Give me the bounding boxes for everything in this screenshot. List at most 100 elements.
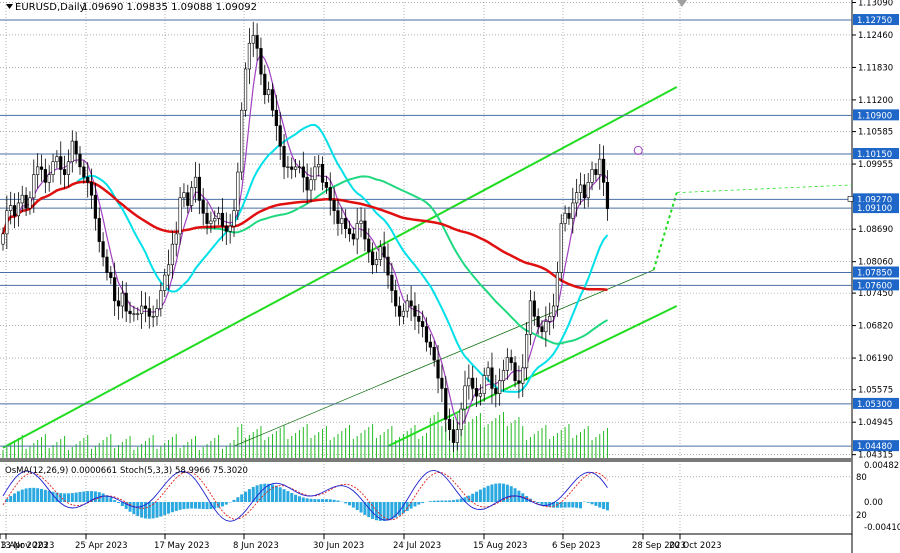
candle-body xyxy=(601,158,606,183)
price-tick-label: 1.08690 xyxy=(858,225,893,235)
level-price-tag-label: 1.09100 xyxy=(857,204,892,214)
candle-body xyxy=(367,238,371,253)
candle-body xyxy=(498,380,502,394)
candle-body xyxy=(243,68,248,111)
candle-body xyxy=(417,316,421,322)
candle-body xyxy=(136,313,140,315)
candle-body xyxy=(116,300,121,307)
osma-tick-label: 0.004827 xyxy=(864,461,900,471)
candle-body xyxy=(440,377,444,389)
candle-body xyxy=(32,174,36,199)
candle-body xyxy=(205,212,209,224)
candle-body xyxy=(490,367,494,389)
candle-body xyxy=(213,218,217,222)
candle-body xyxy=(16,202,21,217)
candle-body xyxy=(386,256,390,276)
level-price-tag-label: 1.05300 xyxy=(857,400,892,410)
candle-body xyxy=(159,290,163,309)
candle-body xyxy=(463,385,467,410)
candle-body xyxy=(190,187,194,206)
candle-body xyxy=(9,205,13,211)
candle-body xyxy=(359,220,363,224)
candle-body xyxy=(347,228,352,235)
candle-body xyxy=(51,161,55,175)
candle-body xyxy=(486,367,490,376)
candle-body xyxy=(255,35,259,49)
candle-body xyxy=(340,218,344,224)
candle-body xyxy=(370,251,375,266)
candle-body xyxy=(428,341,432,348)
candle-body xyxy=(598,158,602,175)
candle-body xyxy=(109,272,113,278)
candle-body xyxy=(432,346,436,361)
candle-body xyxy=(28,197,32,209)
candle-body xyxy=(571,202,575,219)
candle-body xyxy=(494,388,498,394)
candle-body xyxy=(174,233,178,245)
candle-body xyxy=(259,48,263,75)
price-tick-label: 1.13090 xyxy=(858,0,893,9)
current-price-marker xyxy=(847,196,854,202)
price-tick-label: 1.11200 xyxy=(858,96,893,106)
candle-body xyxy=(24,194,28,209)
stoch-level-label: 20 xyxy=(856,511,867,521)
time-tick-label: 15 Aug 2023 xyxy=(473,541,527,551)
candle-body xyxy=(421,321,425,327)
candle-body xyxy=(405,300,409,312)
time-tick-label: 8 Jun 2023 xyxy=(233,541,279,551)
candle-body xyxy=(548,316,552,322)
candle-body xyxy=(363,220,367,240)
candle-body xyxy=(544,321,548,333)
price-tick-label: 1.06190 xyxy=(858,354,893,364)
price-tick-label: 1.04945 xyxy=(858,418,893,428)
stoch-label: Stoch(5,3,3) 58.9966 75.3020 xyxy=(120,466,248,476)
candle-body xyxy=(374,259,379,266)
stoch-level-label: 80 xyxy=(856,473,867,483)
candle-body xyxy=(567,212,571,219)
candle-body xyxy=(397,305,402,317)
candle-body xyxy=(509,357,513,363)
candle-body xyxy=(313,166,317,181)
candle-body xyxy=(286,166,290,168)
candle-body xyxy=(324,182,329,188)
candle-body xyxy=(605,182,610,209)
candle-body xyxy=(540,326,544,333)
price-tick-label: 1.12460 xyxy=(858,31,893,41)
symbol-label: EURUSD,Daily xyxy=(15,2,86,13)
candle-body xyxy=(351,233,355,240)
candle-body xyxy=(424,326,429,343)
candle-body xyxy=(578,184,583,193)
candle-body xyxy=(582,184,586,199)
candle-body xyxy=(82,166,86,178)
candle-body xyxy=(151,316,155,318)
price-axis: 1.13090 1.12460 1.11830 1.11200 1.10585 1.099… xyxy=(852,0,893,461)
candle-body xyxy=(290,166,294,170)
candle-body xyxy=(47,174,51,183)
candle-body xyxy=(155,308,159,317)
candle-body xyxy=(524,334,529,369)
level-price-tag-label: 1.12750 xyxy=(857,16,892,26)
candle-body xyxy=(586,182,590,199)
candle-body xyxy=(247,42,252,70)
candle-body xyxy=(263,73,267,96)
level-price-tag-label: 1.10150 xyxy=(857,150,892,160)
candle-body xyxy=(332,200,336,211)
eurusd-daily-chart[interactable]: 1.13090 1.12460 1.11830 1.11200 1.10585 1.099… xyxy=(0,0,900,553)
candle-body xyxy=(101,241,105,258)
candle-body xyxy=(143,305,148,309)
candle-body xyxy=(182,192,186,199)
candle-body xyxy=(78,153,82,168)
candle-body xyxy=(301,166,305,178)
candle-body xyxy=(390,274,394,291)
candle-body xyxy=(124,292,128,312)
osma-tick-label: 0.00 xyxy=(864,498,883,508)
candle-body xyxy=(97,218,101,242)
candle-body xyxy=(201,200,205,214)
candle-body xyxy=(517,380,521,384)
candle-body xyxy=(563,212,567,224)
candle-body xyxy=(220,212,225,227)
candle-body xyxy=(5,210,9,235)
candle-body xyxy=(209,220,213,224)
candle-body xyxy=(444,388,448,420)
level-price-tag-label: 1.04480 xyxy=(857,442,892,452)
